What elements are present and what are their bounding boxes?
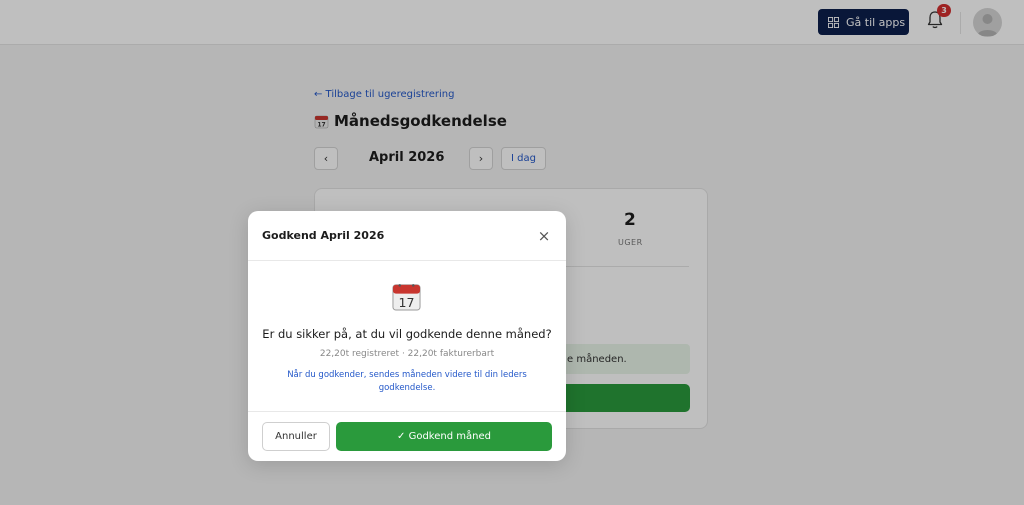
approval-note: Når du godkender, sendes måneden videre … <box>287 370 527 393</box>
dialog-question: Er du sikker på, at du vil godkende denn… <box>262 327 552 341</box>
hours-summary: 22,20t registreret · 22,20t fakturerbart <box>319 349 495 359</box>
approve-month-dialog: Godkend April 2026 × 17 Er du sikker på,… <box>248 211 566 461</box>
dialog-header-divider <box>248 260 566 261</box>
calendar-icon: 17 <box>392 284 421 311</box>
svg-text:17: 17 <box>399 295 415 310</box>
cancel-button[interactable]: Annuller <box>262 422 330 451</box>
dialog-footer-divider <box>248 411 566 412</box>
confirm-approve-button[interactable]: ✓ Godkend måned <box>336 422 552 451</box>
close-icon[interactable]: × <box>536 228 552 244</box>
dialog-title: Godkend April 2026 <box>262 229 385 242</box>
